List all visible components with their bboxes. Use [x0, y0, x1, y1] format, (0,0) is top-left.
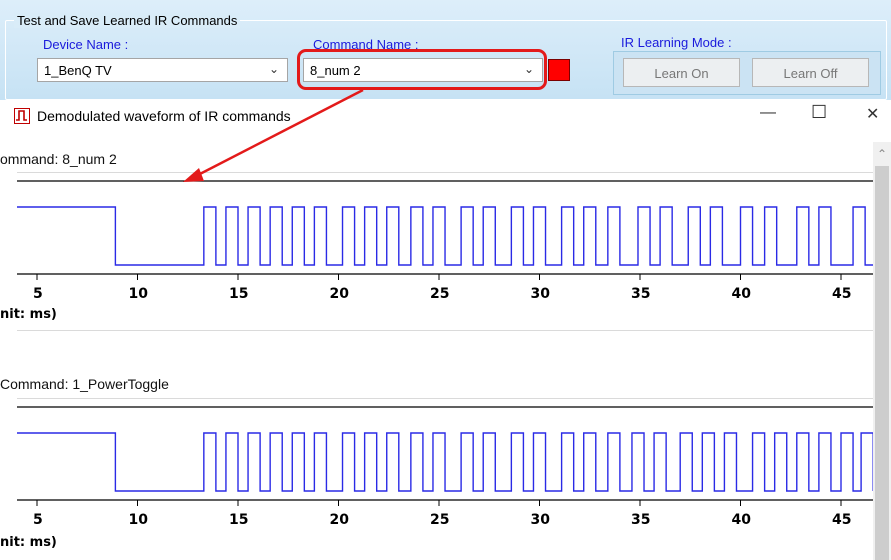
annotation-arrow	[183, 88, 364, 182]
